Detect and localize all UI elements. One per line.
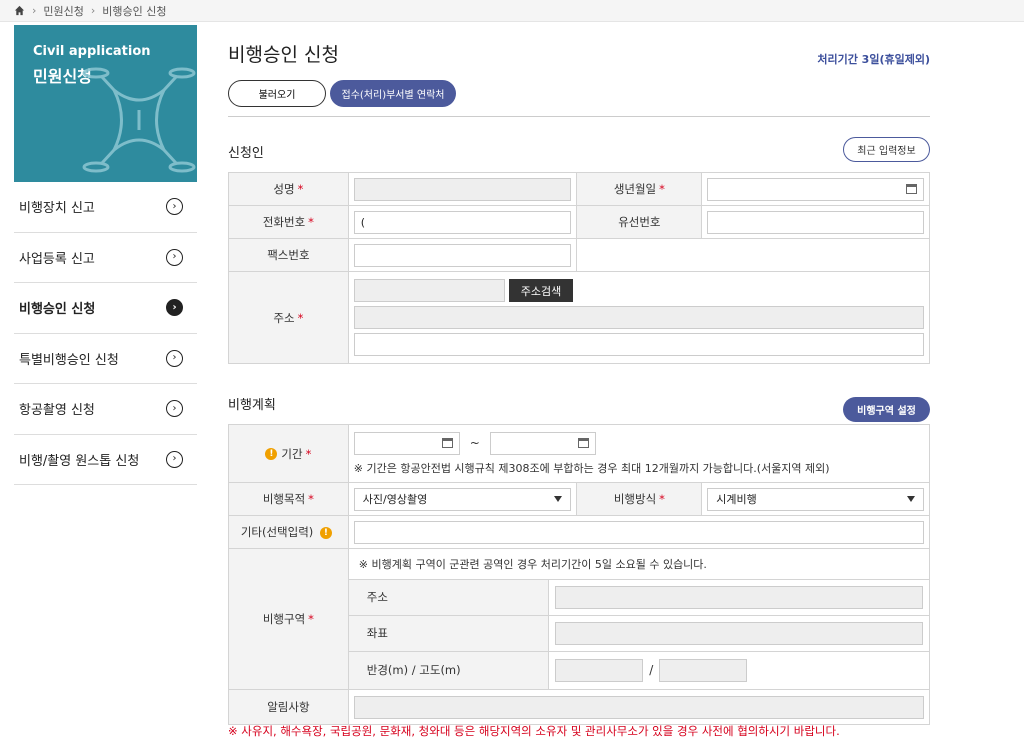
load-button[interactable]: 불러오기: [228, 80, 326, 107]
phone-label: 전화번호 *: [228, 205, 349, 239]
zone-coord-input[interactable]: [555, 621, 923, 645]
radius-input[interactable]: [555, 658, 644, 682]
phone-input[interactable]: (: [353, 210, 572, 234]
address-detail-input[interactable]: [353, 333, 924, 356]
recent-info-button[interactable]: 최근 입력정보: [843, 137, 930, 162]
breadcrumb-item[interactable]: 비행승인 신청: [102, 3, 166, 19]
sidebar-item-label: 사업등록 신고: [19, 251, 95, 267]
birth-label: 생년월일 *: [576, 172, 703, 206]
period-note: ※ 기간은 항공안전법 시행규칙 제308조에 부합하는 경우 최대 12개월까…: [353, 461, 830, 475]
method-select[interactable]: 시계비행: [707, 487, 924, 511]
dropdown-arrow-icon: [554, 496, 563, 502]
purpose-select[interactable]: 사진/영상촬영: [353, 487, 572, 511]
home-icon[interactable]: [14, 5, 25, 16]
zone-radius-label: 반경(m) / 고도(m): [348, 650, 550, 689]
sidebar-item-business-register[interactable]: 사업등록 신고 ›: [14, 233, 197, 283]
sidebar-item-aerial-photo[interactable]: 항공촬영 신청 ›: [14, 384, 197, 435]
landline-input[interactable]: [707, 210, 924, 234]
calendar-icon[interactable]: [441, 438, 453, 448]
etc-input[interactable]: [353, 520, 924, 544]
chevron-right-icon: ›: [32, 4, 37, 17]
sidebar: Civil application 민원신청 비행장치 신고 › 사업등록 신고 ›…: [14, 25, 197, 485]
divider: [228, 116, 930, 117]
period-tilde: ~: [469, 436, 480, 450]
chevron-right-icon: ›: [90, 4, 96, 17]
birth-date-input[interactable]: [707, 177, 924, 201]
chevron-right-circle-icon: ›: [166, 349, 183, 367]
breadcrumb-item[interactable]: 민원신청: [43, 3, 83, 19]
sidebar-item-device-report[interactable]: 비행장치 신고 ›: [14, 182, 197, 233]
altitude-input[interactable]: [659, 658, 748, 682]
breadcrumb: › 민원신청 › 비행승인 신청: [0, 0, 1024, 22]
name-label: 성명 *: [228, 172, 349, 206]
info-icon[interactable]: !: [265, 448, 278, 460]
address-label: 주소 *: [228, 271, 349, 364]
chevron-right-circle-icon: ›: [166, 198, 183, 216]
address-search-button[interactable]: 주소검색: [508, 279, 574, 302]
sidebar-item-label: 항공촬영 신청: [19, 403, 95, 419]
dropdown-arrow-icon: [907, 496, 915, 502]
sidebar-item-flight-approval[interactable]: 비행승인 신청 ›: [14, 283, 197, 334]
chevron-right-circle-icon: ›: [166, 248, 183, 266]
zipcode-input[interactable]: [353, 279, 505, 302]
sidebar-item-label: 특별비행승인 신청: [19, 352, 119, 368]
footnote: ※ 사유지, 해수욕장, 국립공원, 문화재, 청와대 등은 해당지역의 소유자…: [228, 724, 840, 738]
sidebar-item-label: 비행/촬영 원스톱 신청: [19, 453, 140, 469]
address-input[interactable]: [353, 306, 924, 329]
contact-button[interactable]: 접수(처리)부서별 연락처: [330, 80, 456, 107]
applicant-table: 성명 * 생년월일 * 전화번호 * ( 유선번호 팩스번호 주소 * 주소검색: [228, 172, 931, 364]
chevron-right-circle-icon: ›: [166, 400, 183, 418]
method-label: 비행방식 *: [576, 482, 703, 516]
zone-address-input[interactable]: [555, 585, 923, 609]
notice-input[interactable]: [353, 695, 924, 719]
zone-label: 비행구역 *: [228, 548, 349, 690]
calendar-icon[interactable]: [906, 184, 917, 194]
drone-icon: [82, 67, 196, 173]
info-icon[interactable]: !: [319, 526, 332, 539]
chevron-right-circle-icon: ›: [166, 450, 183, 468]
fax-label: 팩스번호: [228, 238, 349, 272]
landline-label: 유선번호: [576, 205, 703, 239]
plan-section-title: 비행계획: [228, 398, 276, 413]
sidebar-item-label: 비행장치 신고: [19, 201, 95, 217]
notice-label: 알림사항: [228, 689, 349, 725]
calendar-icon[interactable]: [577, 438, 589, 448]
zone-address-label: 주소: [348, 578, 550, 616]
start-date-input[interactable]: [353, 431, 460, 455]
purpose-label: 비행목적 *: [228, 482, 349, 516]
flight-area-button[interactable]: 비행구역 설정: [843, 397, 930, 422]
applicant-section-title: 신청인: [228, 146, 264, 161]
name-input[interactable]: [353, 177, 572, 201]
plan-table: ! 기간 * ~ ※ 기간은 항공안전법 시행규칙 제308조에 부합하는 경우 최…: [228, 424, 931, 725]
radius-slash: /: [649, 663, 654, 678]
processing-period: 처리기간 3일(휴일제외): [817, 53, 930, 66]
zone-coord-label: 좌표: [348, 614, 550, 652]
etc-label: 기타(선택입력) !: [228, 515, 349, 549]
fax-input[interactable]: [353, 243, 572, 267]
zone-note: ※ 비행계획 구역이 군관련 공역인 경우 처리기간이 5일 소요될 수 있습니…: [348, 549, 929, 580]
sidebar-banner: Civil application 민원신청: [14, 25, 197, 182]
end-date-input[interactable]: [489, 431, 596, 455]
sidebar-item-onestop[interactable]: 비행/촬영 원스톱 신청 ›: [14, 435, 197, 485]
page-title: 비행승인 신청: [228, 44, 339, 66]
period-label: ! 기간 *: [228, 424, 349, 483]
sidebar-item-label: 비행승인 신청: [19, 302, 96, 318]
zone-subtable: ※ 비행계획 구역이 군관련 공역인 경우 처리기간이 5일 소요될 수 있습니…: [348, 549, 929, 689]
sidebar-item-special-flight[interactable]: 특별비행승인 신청 ›: [14, 334, 197, 384]
chevron-right-circle-icon: ›: [166, 299, 183, 317]
